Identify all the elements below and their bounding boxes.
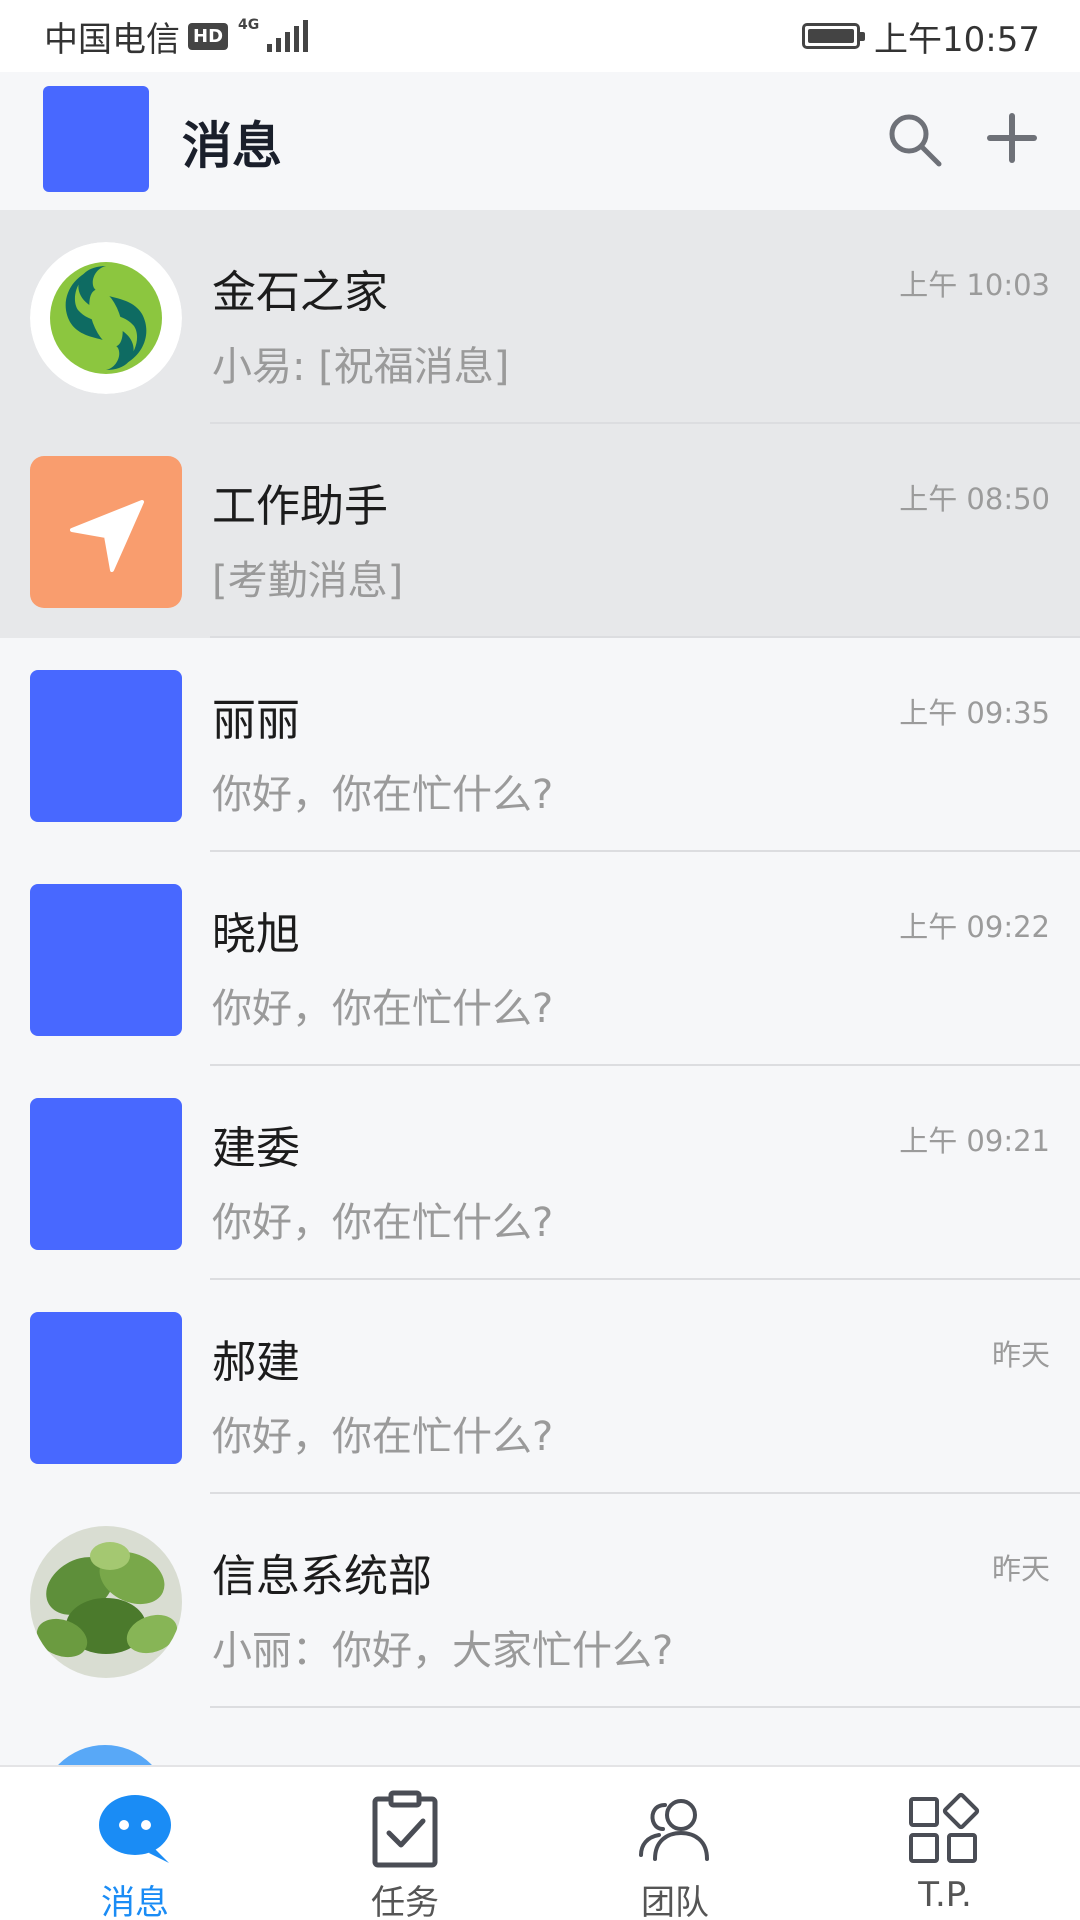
- conversation-name: 晓旭: [212, 909, 300, 960]
- tab-tp[interactable]: T.P.: [810, 1767, 1080, 1920]
- user-avatar[interactable]: [43, 86, 149, 192]
- hd-badge: HD: [188, 22, 229, 50]
- tab-tasks[interactable]: 任务: [270, 1767, 540, 1920]
- conversation-time: 上午 09:35: [899, 696, 1050, 730]
- conversation-item[interactable]: 丽丽 你好，你在忙什么? 上午 09:35: [0, 638, 1080, 852]
- status-right: 上午10:57: [802, 0, 1040, 72]
- chat-bubble-icon: [99, 1795, 171, 1863]
- navigation-icon: [30, 456, 182, 608]
- add-icon[interactable]: [986, 112, 1038, 164]
- conversation-item[interactable]: 郝建 你好，你在忙什么? 昨天: [0, 1280, 1080, 1494]
- network-type: 4G: [238, 17, 260, 33]
- conversation-preview: 你好，你在忙什么?: [212, 1414, 554, 1460]
- conversation-time: 上午 10:03: [899, 268, 1050, 302]
- conversation-time: 上午 08:50: [899, 482, 1050, 516]
- conversation-time: 昨天: [991, 1338, 1050, 1372]
- status-left: 中国电信 HD 4G: [44, 0, 309, 72]
- conversation-name: 信息系统部: [212, 1551, 432, 1602]
- conversation-item[interactable]: 金石之家 小易: [祝福消息] 上午 10:03: [0, 210, 1080, 424]
- tab-tasks-label: 任务: [371, 1883, 439, 1920]
- contact-avatar: [30, 1098, 182, 1250]
- tab-team[interactable]: 团队: [540, 1767, 810, 1920]
- conversation-preview: 你好，你在忙什么?: [212, 1200, 554, 1246]
- conversation-time: 上午 09:22: [899, 910, 1050, 944]
- search-icon[interactable]: [885, 110, 945, 170]
- team-icon: [639, 1799, 709, 1861]
- header: 消息: [0, 72, 1080, 210]
- bottom-nav: 消息 任务 团队 T.P.: [0, 1765, 1080, 1920]
- conversation-preview: 小易: [祝福消息]: [212, 344, 510, 390]
- conversation-time: 上午 09:21: [899, 1124, 1050, 1158]
- conversation-name: 郝建: [212, 1337, 300, 1388]
- conversation-preview: 你好，你在忙什么?: [212, 986, 554, 1032]
- battery-icon: [802, 23, 866, 49]
- apps-grid-icon: [909, 1792, 980, 1863]
- page-title: 消息: [182, 117, 282, 175]
- tab-team-label: 团队: [641, 1883, 709, 1920]
- contact-avatar: [30, 670, 182, 822]
- tab-tp-label: T.P.: [918, 1875, 972, 1915]
- status-time: 上午10:57: [874, 19, 1040, 60]
- green-logo-icon: [30, 242, 182, 394]
- conversation-item[interactable]: 信息系统部 小丽：你好，大家忙什么? 昨天: [0, 1494, 1080, 1708]
- conversation-name: 丽丽: [212, 695, 300, 746]
- conversation-item[interactable]: 工作助手 [考勤消息] 上午 08:50: [0, 424, 1080, 638]
- conversation-name: 工作助手: [212, 481, 388, 532]
- carrier-label: 中国电信: [44, 19, 180, 60]
- conversation-preview: 小丽：你好，大家忙什么?: [212, 1628, 674, 1674]
- contact-avatar: [30, 1312, 182, 1464]
- conversation-item[interactable]: 建委 你好，你在忙什么? 上午 09:21: [0, 1066, 1080, 1280]
- conversation-time: 昨天: [991, 1552, 1050, 1586]
- status-bar: 中国电信 HD 4G 上午10:57: [0, 0, 1080, 72]
- conversation-item[interactable]: 晓旭 你好，你在忙什么? 上午 09:22: [0, 852, 1080, 1066]
- signal-icon: [267, 20, 309, 52]
- contact-avatar: [30, 884, 182, 1036]
- tab-messages[interactable]: 消息: [0, 1767, 270, 1920]
- plant-photo-icon: [30, 1526, 182, 1678]
- conversation-name: 建委: [212, 1123, 300, 1174]
- divider: [210, 1706, 1080, 1708]
- conversation-preview: [考勤消息]: [212, 558, 404, 604]
- conversation-list: 金石之家 小易: [祝福消息] 上午 10:03 工作助手 [考勤消息] 上午 …: [0, 210, 1080, 1708]
- conversation-preview: 你好，你在忙什么?: [212, 772, 554, 818]
- clipboard-check-icon: [372, 1790, 438, 1868]
- tab-messages-label: 消息: [101, 1883, 169, 1920]
- conversation-name: 金石之家: [212, 267, 388, 318]
